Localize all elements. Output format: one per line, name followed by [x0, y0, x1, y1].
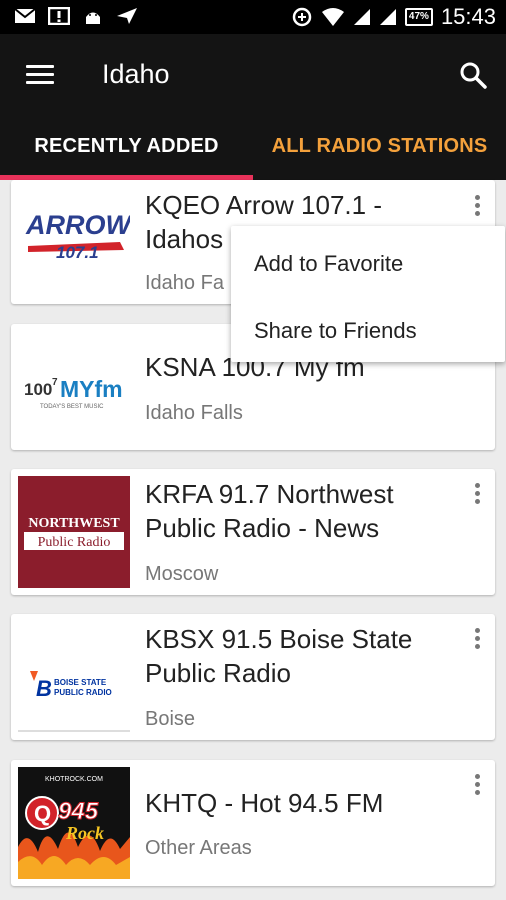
popup-menu: Add to Favorite Share to Friends: [231, 226, 505, 362]
location-arrow-icon: [117, 8, 137, 24]
station-logo: ARROW 107.1: [18, 180, 130, 292]
station-name: KRFA 91.7 Northwest Public Radio - News: [145, 479, 394, 543]
battery-icon: 47%: [404, 8, 433, 26]
station-city: Boise: [145, 708, 196, 730]
station-logo: B BOISE STATE PUBLIC RADIO: [18, 621, 130, 733]
svg-text:B: B: [36, 676, 52, 701]
svg-text:Q: Q: [34, 801, 51, 826]
station-logo: KHOTROCK.COM Q 945 Rock: [18, 767, 130, 879]
more-options-icon[interactable]: [475, 195, 481, 219]
station-city: Moscow: [145, 563, 219, 585]
wifi-icon: [321, 8, 344, 26]
hamburger-menu-icon[interactable]: [26, 65, 54, 85]
search-icon[interactable]: [458, 60, 488, 90]
share-to-friends-menu-item[interactable]: Share to Friends: [254, 318, 417, 344]
alert-icon: [48, 7, 70, 25]
status-bar: 47% 15:43: [0, 0, 506, 34]
station-city: Other Areas: [145, 837, 252, 859]
android-icon: [86, 12, 100, 24]
svg-text:945: 945: [58, 798, 99, 825]
more-options-icon[interactable]: [475, 774, 481, 798]
svg-text:Rock: Rock: [65, 823, 104, 843]
svg-text:100: 100: [24, 380, 52, 399]
svg-text:NORTHWEST: NORTHWEST: [28, 516, 120, 531]
page-title: Idaho: [102, 59, 170, 89]
station-city: Idaho Falls: [145, 402, 243, 424]
svg-text:7: 7: [52, 377, 58, 388]
station-card[interactable]: B BOISE STATE PUBLIC RADIO KBSX 91.5 Boi…: [11, 614, 495, 740]
tab-recently-added[interactable]: RECENTLY ADDED: [0, 124, 253, 180]
station-logo: 100 7 MYfm TODAY'S BEST MUSIC: [18, 331, 130, 443]
tab-bar: RECENTLY ADDED ALL RADIO STATIONS: [0, 124, 506, 180]
data-saver-icon: [292, 7, 312, 27]
more-options-icon[interactable]: [475, 483, 481, 507]
station-card[interactable]: NORTHWEST Public Radio KRFA 91.7 Northwe…: [11, 469, 495, 595]
svg-text:PUBLIC RADIO: PUBLIC RADIO: [54, 688, 112, 697]
station-logo: NORTHWEST Public Radio: [18, 476, 130, 588]
mail-icon: [14, 8, 36, 23]
add-to-favorite-menu-item[interactable]: Add to Favorite: [254, 251, 403, 277]
station-name: KBSX 91.5 Boise State Public Radio: [145, 624, 413, 688]
app-bar: Idaho RECENTLY ADDED ALL RADIO STATIONS: [0, 34, 506, 180]
svg-text:107.1: 107.1: [56, 243, 99, 262]
signal-icon: [353, 9, 370, 25]
svg-text:ARROW: ARROW: [25, 210, 130, 240]
clock: 15:43: [440, 4, 496, 29]
more-options-icon[interactable]: [475, 628, 481, 652]
signal-icon: [379, 9, 396, 25]
svg-text:BOISE STATE: BOISE STATE: [54, 678, 107, 687]
station-card[interactable]: KHOTROCK.COM Q 945 Rock KHTQ - Hot 94.5 …: [11, 760, 495, 886]
svg-text:Public Radio: Public Radio: [38, 535, 111, 550]
station-city: Idaho Fa: [145, 272, 224, 294]
svg-text:KHOTROCK.COM: KHOTROCK.COM: [45, 776, 103, 783]
tab-all-radio-stations[interactable]: ALL RADIO STATIONS: [253, 124, 506, 180]
svg-text:TODAY'S BEST MUSIC: TODAY'S BEST MUSIC: [40, 404, 104, 410]
station-name: KHTQ - Hot 94.5 FM: [145, 788, 384, 818]
svg-text:MYfm: MYfm: [60, 376, 123, 402]
